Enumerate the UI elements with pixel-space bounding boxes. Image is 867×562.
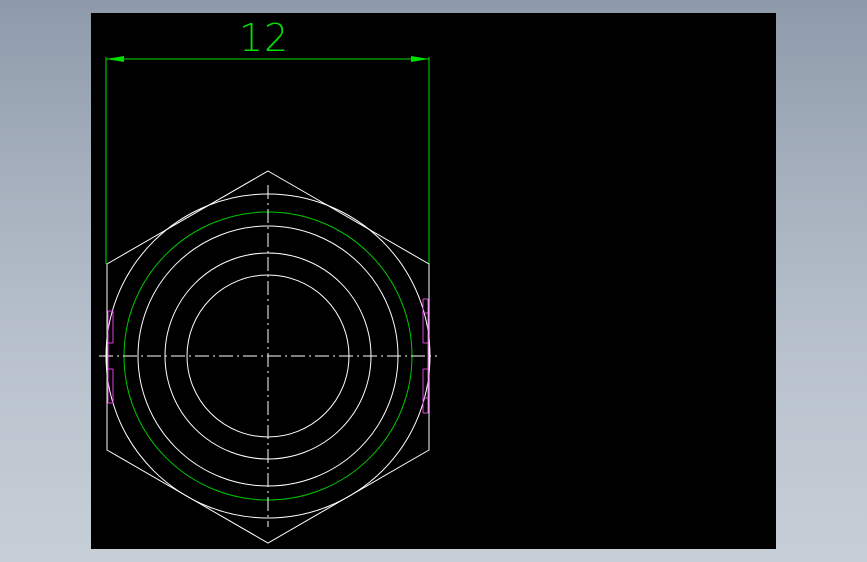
dimension-arrow-left	[106, 56, 124, 62]
cad-drawing: 12	[99, 16, 437, 544]
dimension-arrow-right	[411, 56, 429, 62]
drawing-viewport[interactable]: 12	[91, 13, 776, 549]
dimension-text: 12	[239, 16, 289, 60]
